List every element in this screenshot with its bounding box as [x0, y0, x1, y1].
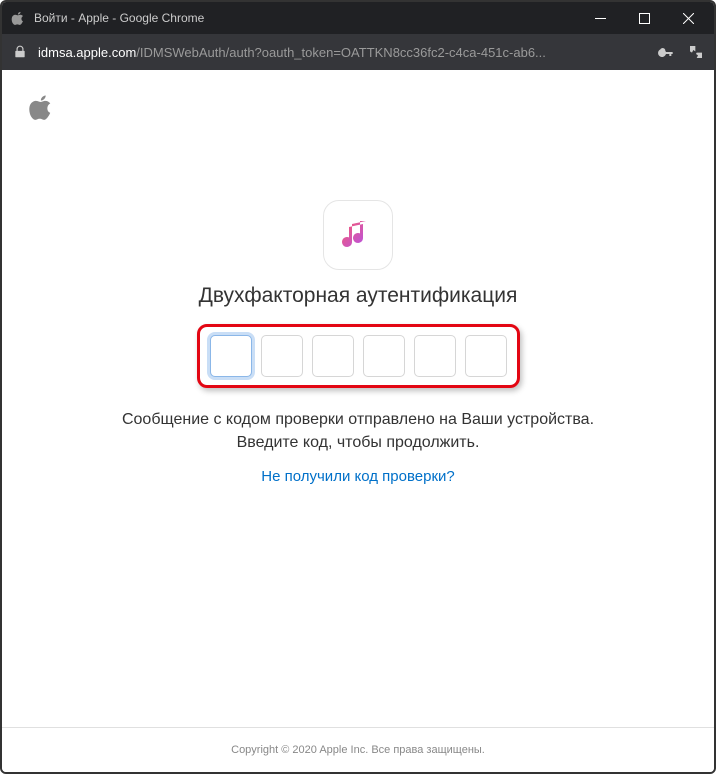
window-controls: [578, 2, 710, 34]
apple-logo-icon: [28, 94, 54, 125]
code-digit-1[interactable]: [210, 335, 252, 377]
help-link[interactable]: Не получили код проверки?: [261, 468, 454, 485]
translate-icon[interactable]: [688, 44, 704, 60]
lock-icon: [12, 44, 28, 60]
footer-text: Copyright © 2020 Apple Inc. Все права за…: [2, 727, 714, 772]
url-path: /IDMSWebAuth/auth?oauth_token=OATTKN8cc3…: [136, 45, 546, 60]
description-text: Сообщение с кодом проверки отправлено на…: [118, 408, 598, 454]
maximize-button[interactable]: [622, 2, 666, 34]
code-digit-4[interactable]: [363, 335, 405, 377]
minimize-button[interactable]: [578, 2, 622, 34]
browser-window: Войти - Apple - Google Chrome idmsa.appl…: [0, 0, 716, 774]
apple-music-icon: [323, 200, 393, 270]
titlebar: Войти - Apple - Google Chrome: [2, 2, 714, 34]
url-text[interactable]: idmsa.apple.com/IDMSWebAuth/auth?oauth_t…: [38, 45, 648, 60]
page-heading: Двухфакторная аутентификация: [199, 284, 518, 308]
close-button[interactable]: [666, 2, 710, 34]
code-input-group: [197, 324, 520, 388]
code-digit-5[interactable]: [414, 335, 456, 377]
code-digit-2[interactable]: [261, 335, 303, 377]
url-domain: idmsa.apple.com: [38, 45, 136, 60]
main-area: Двухфакторная аутентификация Сообщение с…: [2, 70, 714, 727]
key-icon[interactable]: [658, 44, 674, 60]
code-digit-3[interactable]: [312, 335, 354, 377]
apple-favicon-icon: [10, 10, 26, 26]
address-bar: idmsa.apple.com/IDMSWebAuth/auth?oauth_t…: [2, 34, 714, 70]
code-digit-6[interactable]: [465, 335, 507, 377]
window-title: Войти - Apple - Google Chrome: [34, 11, 578, 25]
page-content: Двухфакторная аутентификация Сообщение с…: [2, 70, 714, 772]
